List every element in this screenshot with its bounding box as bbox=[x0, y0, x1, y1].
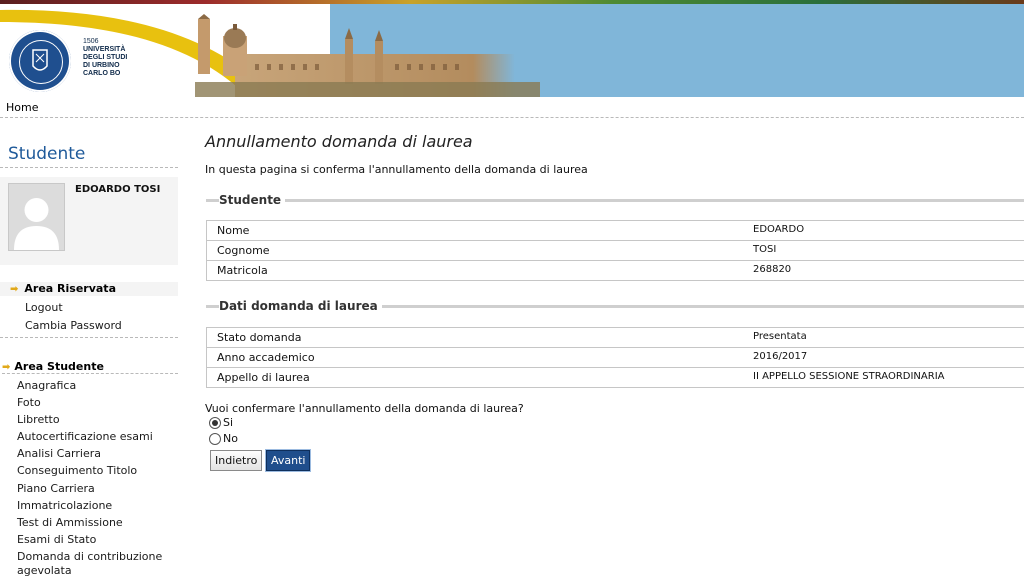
sidebar-item-area-studente[interactable]: ➡ Area Studente bbox=[2, 360, 178, 374]
field-value: 2016/2017 bbox=[753, 351, 808, 362]
sidebar-item-domanda-contribuzione-cont[interactable]: agevolata bbox=[17, 564, 72, 577]
breadcrumb-home-link[interactable]: Home bbox=[6, 101, 38, 114]
field-label: Appello di laurea bbox=[217, 371, 310, 384]
user-placeholder-icon bbox=[14, 198, 59, 250]
field-value: EDOARDO bbox=[753, 224, 805, 235]
sidebar-item-analisi-carriera[interactable]: Analisi Carriera bbox=[17, 447, 101, 460]
radio-button[interactable] bbox=[209, 433, 221, 445]
breadcrumb: Home bbox=[0, 97, 1024, 118]
divider bbox=[0, 167, 178, 168]
field-value: Presentata bbox=[753, 331, 807, 342]
section-title: Studente bbox=[219, 193, 286, 207]
student-data-table: Nome EDOARDO Cognome TOSI Matricola 2688… bbox=[206, 220, 1024, 281]
sidebar-item-libretto[interactable]: Libretto bbox=[17, 413, 60, 426]
sidebar-item-label: Area Riservata bbox=[24, 282, 116, 295]
sidebar-item-conseguimento-titolo[interactable]: Conseguimento Titolo bbox=[17, 464, 137, 477]
field-value: II APPELLO SESSIONE STRAORDINARIA bbox=[753, 371, 945, 382]
sidebar-item-area-riservata[interactable]: ➡ Area Riservata bbox=[0, 282, 178, 296]
application-data-table: Stato domanda Presentata Anno accademico… bbox=[206, 327, 1024, 388]
logo-line: CARLO BO bbox=[83, 70, 121, 77]
table-row: Nome EDOARDO bbox=[207, 220, 1024, 240]
radio-option-no[interactable]: No bbox=[209, 432, 289, 446]
logo-line: UNIVERSITÀ bbox=[83, 46, 126, 53]
sidebar-item-autocertificazione[interactable]: Autocertificazione esami bbox=[17, 430, 153, 443]
table-row: Stato domanda Presentata bbox=[207, 327, 1024, 347]
field-label: Anno accademico bbox=[217, 351, 315, 364]
sidebar-item-test-ammissione[interactable]: Test di Ammissione bbox=[17, 516, 123, 529]
sidebar-item-domanda-contribuzione[interactable]: Domanda di contribuzione bbox=[17, 550, 162, 563]
section-bar bbox=[206, 199, 1024, 202]
table-row: Anno accademico 2016/2017 bbox=[207, 347, 1024, 367]
page-description: In questa pagina si conferma l'annullame… bbox=[205, 163, 588, 176]
field-value: TOSI bbox=[753, 244, 777, 255]
arrow-right-icon: ➡ bbox=[10, 284, 19, 295]
table-row: Cognome TOSI bbox=[207, 240, 1024, 260]
university-seal-icon[interactable] bbox=[9, 30, 71, 92]
field-label: Stato domanda bbox=[217, 331, 302, 344]
next-button[interactable]: Avanti bbox=[266, 450, 311, 471]
palace-image bbox=[195, 14, 540, 97]
sidebar-item-label: Area Studente bbox=[14, 360, 104, 373]
arrow-right-icon: ➡ bbox=[2, 362, 11, 373]
divider bbox=[0, 337, 178, 338]
university-logo-text: 1506 UNIVERSITÀ DEGLI STUDI DI URBINO CA… bbox=[83, 38, 127, 78]
sidebar-item-piano-carriera[interactable]: Piano Carriera bbox=[17, 482, 95, 495]
radio-label: Si bbox=[223, 416, 234, 429]
field-value: 268820 bbox=[753, 264, 792, 275]
sidebar-item-anagrafica[interactable]: Anagrafica bbox=[17, 379, 76, 392]
logo-year: 1506 bbox=[83, 38, 99, 45]
sidebar-item-foto[interactable]: Foto bbox=[17, 396, 41, 409]
sidebar-item-immatricolazione[interactable]: Immatricolazione bbox=[17, 499, 112, 512]
logo-line: DEGLI STUDI bbox=[83, 54, 128, 61]
section-header-dati-domanda: Dati domanda di laurea bbox=[206, 299, 1024, 313]
profile-card: EDOARDO TOSI bbox=[0, 177, 178, 265]
logo-line: DI URBINO bbox=[83, 62, 120, 69]
header-banner: 1506 UNIVERSITÀ DEGLI STUDI DI URBINO CA… bbox=[0, 4, 1024, 97]
radio-option-si[interactable]: Si bbox=[209, 416, 289, 430]
confirm-question: Vuoi confermare l'annullamento della dom… bbox=[205, 402, 524, 415]
sidebar-item-logout[interactable]: Logout bbox=[25, 301, 63, 314]
table-row: Matricola 268820 bbox=[207, 260, 1024, 281]
radio-label: No bbox=[223, 432, 238, 445]
table-row: Appello di laurea II APPELLO SESSIONE ST… bbox=[207, 367, 1024, 388]
page-title: Annullamento domanda di laurea bbox=[205, 132, 473, 151]
field-label: Cognome bbox=[217, 244, 270, 257]
sidebar-title: Studente bbox=[8, 144, 86, 164]
section-header-studente: Studente bbox=[206, 193, 1024, 207]
avatar bbox=[8, 183, 65, 251]
radio-button-selected[interactable] bbox=[209, 417, 221, 429]
sidebar-item-esami-di-stato[interactable]: Esami di Stato bbox=[17, 533, 96, 546]
sidebar-item-cambia-password[interactable]: Cambia Password bbox=[25, 319, 122, 332]
field-label: Nome bbox=[217, 224, 250, 237]
back-button[interactable]: Indietro bbox=[210, 450, 263, 471]
field-label: Matricola bbox=[217, 264, 268, 277]
profile-name: EDOARDO TOSI bbox=[75, 184, 161, 195]
section-title: Dati domanda di laurea bbox=[219, 299, 382, 313]
